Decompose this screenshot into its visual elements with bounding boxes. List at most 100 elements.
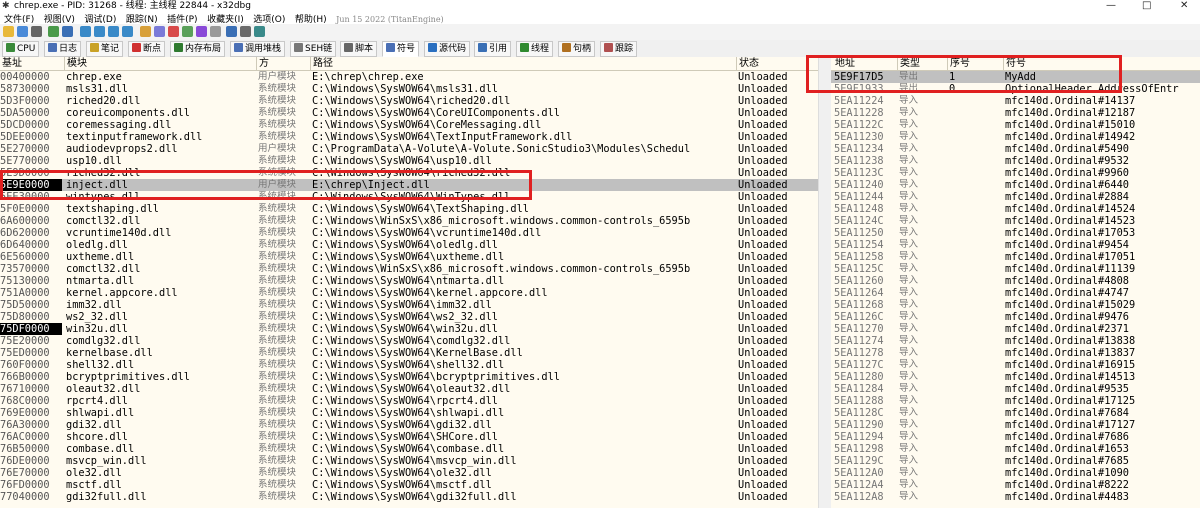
run-to-user-code-icon[interactable]: [122, 26, 133, 37]
step-over-icon[interactable]: [94, 26, 105, 37]
symbol-row[interactable]: 5EA11288 导入 mfc140d.Ordinal#17125: [831, 395, 1200, 407]
col-module[interactable]: 模块: [64, 57, 257, 70]
close-file-icon[interactable]: [31, 26, 42, 37]
module-row[interactable]: 76E70000 ole32.dll 系统模块 C:\Windows\SysWOW64…: [0, 467, 818, 479]
function-icon[interactable]: [196, 26, 207, 37]
open-icon[interactable]: [3, 26, 14, 37]
symbol-row[interactable]: 5EA1128C 导入 mfc140d.Ordinal#7684: [831, 407, 1200, 419]
module-row[interactable]: 5D3F0000 riched20.dll 系统模块 C:\Windows\SysWO…: [0, 95, 818, 107]
symbol-row[interactable]: 5EA1127C 导入 mfc140d.Ordinal#16915: [831, 359, 1200, 371]
tab-call-stack[interactable]: 调用堆栈: [230, 41, 286, 57]
run-icon[interactable]: [48, 26, 59, 37]
label-icon[interactable]: [182, 26, 193, 37]
symbol-row[interactable]: 5EA1125C 导入 mfc140d.Ordinal#11139: [831, 263, 1200, 275]
symbol-row[interactable]: 5EA11298 导入 mfc140d.Ordinal#1653: [831, 443, 1200, 455]
maximize-button[interactable]: □: [1142, 0, 1151, 12]
module-row[interactable]: 6E560000 uxtheme.dll 系统模块 C:\Windows\SysWOW…: [0, 251, 818, 263]
patch-icon[interactable]: [226, 26, 237, 37]
tab-memory-map[interactable]: 内存布局: [170, 41, 226, 57]
tab-seh-chain[interactable]: SEH链: [290, 41, 337, 57]
symbol-row[interactable]: 5EA11254 导入 mfc140d.Ordinal#9454: [831, 239, 1200, 251]
symbol-row[interactable]: 5EA112A0 导入 mfc140d.Ordinal#1090: [831, 467, 1200, 479]
symbol-row[interactable]: 5EA1126C 导入 mfc140d.Ordinal#9476: [831, 311, 1200, 323]
symbol-row[interactable]: 5EA1129C 导入 mfc140d.Ordinal#7685: [831, 455, 1200, 467]
module-row[interactable]: 5DCD0000 coremessaging.dll 系统模块 C:\Windows\…: [0, 119, 818, 131]
module-row[interactable]: 75D80000 ws2_32.dll 系统模块 C:\Windows\SysWOW6…: [0, 311, 818, 323]
module-row[interactable]: 76DE0000 msvcp_win.dll 系统模块 C:\Windows\SysW…: [0, 455, 818, 467]
module-row[interactable]: 76FD0000 msctf.dll 系统模块 C:\Windows\SysWOW64…: [0, 479, 818, 491]
symbol-row[interactable]: 5EA112A8 导入 mfc140d.Ordinal#4483: [831, 491, 1200, 503]
symbol-row[interactable]: 5EA11280 导入 mfc140d.Ordinal#14513: [831, 371, 1200, 383]
pause-icon[interactable]: [62, 26, 73, 37]
symbol-row[interactable]: 5EA11244 导入 mfc140d.Ordinal#2884: [831, 191, 1200, 203]
tab-references[interactable]: 引用: [474, 41, 512, 57]
symbol-row[interactable]: 5EA11268 导入 mfc140d.Ordinal#15029: [831, 299, 1200, 311]
col-party[interactable]: 方: [256, 57, 309, 70]
tab-script[interactable]: 脚本: [340, 41, 378, 57]
symbol-row[interactable]: 5EA11250 导入 mfc140d.Ordinal#17053: [831, 227, 1200, 239]
module-row[interactable]: 6D640000 oledlg.dll 系统模块 C:\Windows\SysWOW6…: [0, 239, 818, 251]
module-row[interactable]: 5E770000 usp10.dll 系统模块 C:\Windows\SysWOW64…: [0, 155, 818, 167]
symbol-row[interactable]: 5EA1122C 导入 mfc140d.Ordinal#15010: [831, 119, 1200, 131]
scylla-icon[interactable]: [140, 26, 151, 37]
execute-till-return-icon[interactable]: [108, 26, 119, 37]
col-base[interactable]: 基址: [0, 57, 62, 70]
bookmark-icon[interactable]: [168, 26, 179, 37]
symbol-row[interactable]: 5EA11274 导入 mfc140d.Ordinal#13838: [831, 335, 1200, 347]
symbol-row[interactable]: 5EA11258 导入 mfc140d.Ordinal#17051: [831, 251, 1200, 263]
module-row[interactable]: 76A30000 gdi32.dll 系统模块 C:\Windows\SysWOW64…: [0, 419, 818, 431]
symbol-row[interactable]: 5EA11224 导入 mfc140d.Ordinal#14137: [831, 95, 1200, 107]
module-row[interactable]: 6D620000 vcruntime140d.dll 系统模块 C:\Windows\…: [0, 227, 818, 239]
tab-trace[interactable]: 跟踪: [600, 41, 638, 57]
symbol-row[interactable]: 5EA11240 导入 mfc140d.Ordinal#6440: [831, 179, 1200, 191]
comment-icon[interactable]: [154, 26, 165, 37]
module-row[interactable]: 75130000 ntmarta.dll 系统模块 C:\Windows\SysWOW…: [0, 275, 818, 287]
tab-breakpoints[interactable]: 断点: [128, 41, 166, 57]
symbol-row[interactable]: 5EA11248 导入 mfc140d.Ordinal#14524: [831, 203, 1200, 215]
module-row[interactable]: 5DA50000 coreuicomponents.dll 系统模块 C:\Windo…: [0, 107, 818, 119]
symbol-row[interactable]: 5EA11270 导入 mfc140d.Ordinal#2371: [831, 323, 1200, 335]
module-row[interactable]: 75DF0000 win32u.dll 系统模块 C:\Windows\SysWOW6…: [0, 323, 818, 335]
symbol-row[interactable]: 5EA11230 导入 mfc140d.Ordinal#14942: [831, 131, 1200, 143]
symbol-row[interactable]: 5EA1124C 导入 mfc140d.Ordinal#14523: [831, 215, 1200, 227]
tab-symbols[interactable]: 符号: [382, 41, 420, 57]
module-row[interactable]: 00400000 chrep.exe 用户模块 E:\chrep\chrep.exe U…: [0, 71, 818, 83]
module-row[interactable]: 6A600000 comctl32.dll 系统模块 C:\Windows\WinSx…: [0, 215, 818, 227]
module-row[interactable]: 77040000 gdi32full.dll 系统模块 C:\Windows\SysW…: [0, 491, 818, 503]
module-row[interactable]: 5F0E0000 textshaping.dll 系统模块 C:\Windows\Sy…: [0, 203, 818, 215]
symbol-row[interactable]: 5EA11260 导入 mfc140d.Ordinal#4808: [831, 275, 1200, 287]
module-row[interactable]: 75ED0000 kernelbase.dll 系统模块 C:\Windows\Sys…: [0, 347, 818, 359]
symbol-row[interactable]: 5EA11294 导入 mfc140d.Ordinal#7686: [831, 431, 1200, 443]
symbol-row[interactable]: 5EA11264 导入 mfc140d.Ordinal#4747: [831, 287, 1200, 299]
symbol-row[interactable]: 5EA11290 导入 mfc140d.Ordinal#17127: [831, 419, 1200, 431]
module-row[interactable]: 76B50000 combase.dll 系统模块 C:\Windows\SysWOW…: [0, 443, 818, 455]
symbol-row[interactable]: 5EA112A4 导入 mfc140d.Ordinal#8222: [831, 479, 1200, 491]
modules-scrollbar[interactable]: [818, 57, 831, 508]
settings-icon[interactable]: [254, 26, 265, 37]
module-row[interactable]: 76AC0000 shcore.dll 系统模块 C:\Windows\SysWOW6…: [0, 431, 818, 443]
module-row[interactable]: 5E270000 audiodevprops2.dll 用户模块 C:\Program…: [0, 143, 818, 155]
col-path[interactable]: 路径: [310, 57, 737, 70]
step-into-icon[interactable]: [80, 26, 91, 37]
calculator-icon[interactable]: [240, 26, 251, 37]
module-row[interactable]: 5DEE0000 textinputframework.dll 系统模块 C:\Win…: [0, 131, 818, 143]
tab-log[interactable]: 日志: [44, 41, 82, 57]
minimize-button[interactable]: —: [1106, 0, 1116, 12]
module-row[interactable]: 75E20000 comdlg32.dll 系统模块 C:\Windows\SysWO…: [0, 335, 818, 347]
hash-icon[interactable]: [210, 26, 221, 37]
symbol-row[interactable]: 5EA1123C 导入 mfc140d.Ordinal#9960: [831, 167, 1200, 179]
module-row[interactable]: 769E0000 shlwapi.dll 系统模块 C:\Windows\SysWOW…: [0, 407, 818, 419]
symbol-row[interactable]: 5EA11234 导入 mfc140d.Ordinal#5490: [831, 143, 1200, 155]
module-row[interactable]: 768C0000 rpcrt4.dll 系统模块 C:\Windows\SysWOW6…: [0, 395, 818, 407]
tab-handles[interactable]: 句柄: [558, 41, 596, 57]
close-button[interactable]: ✕: [1180, 0, 1188, 12]
module-row[interactable]: 58730000 msls31.dll 系统模块 C:\Windows\SysWOW6…: [0, 83, 818, 95]
symbol-row[interactable]: 5EA11238 导入 mfc140d.Ordinal#9532: [831, 155, 1200, 167]
symbol-row[interactable]: 5EA11278 导入 mfc140d.Ordinal#13837: [831, 347, 1200, 359]
module-row[interactable]: 751A0000 kernel.appcore.dll 系统模块 C:\Windows…: [0, 287, 818, 299]
tab-threads[interactable]: 线程: [516, 41, 554, 57]
module-row[interactable]: 76710000 oleaut32.dll 系统模块 C:\Windows\SysWO…: [0, 383, 818, 395]
restart-icon[interactable]: [17, 26, 28, 37]
symbol-row[interactable]: 5EA11228 导入 mfc140d.Ordinal#12187: [831, 107, 1200, 119]
tab-notes[interactable]: 笔记: [86, 41, 124, 57]
